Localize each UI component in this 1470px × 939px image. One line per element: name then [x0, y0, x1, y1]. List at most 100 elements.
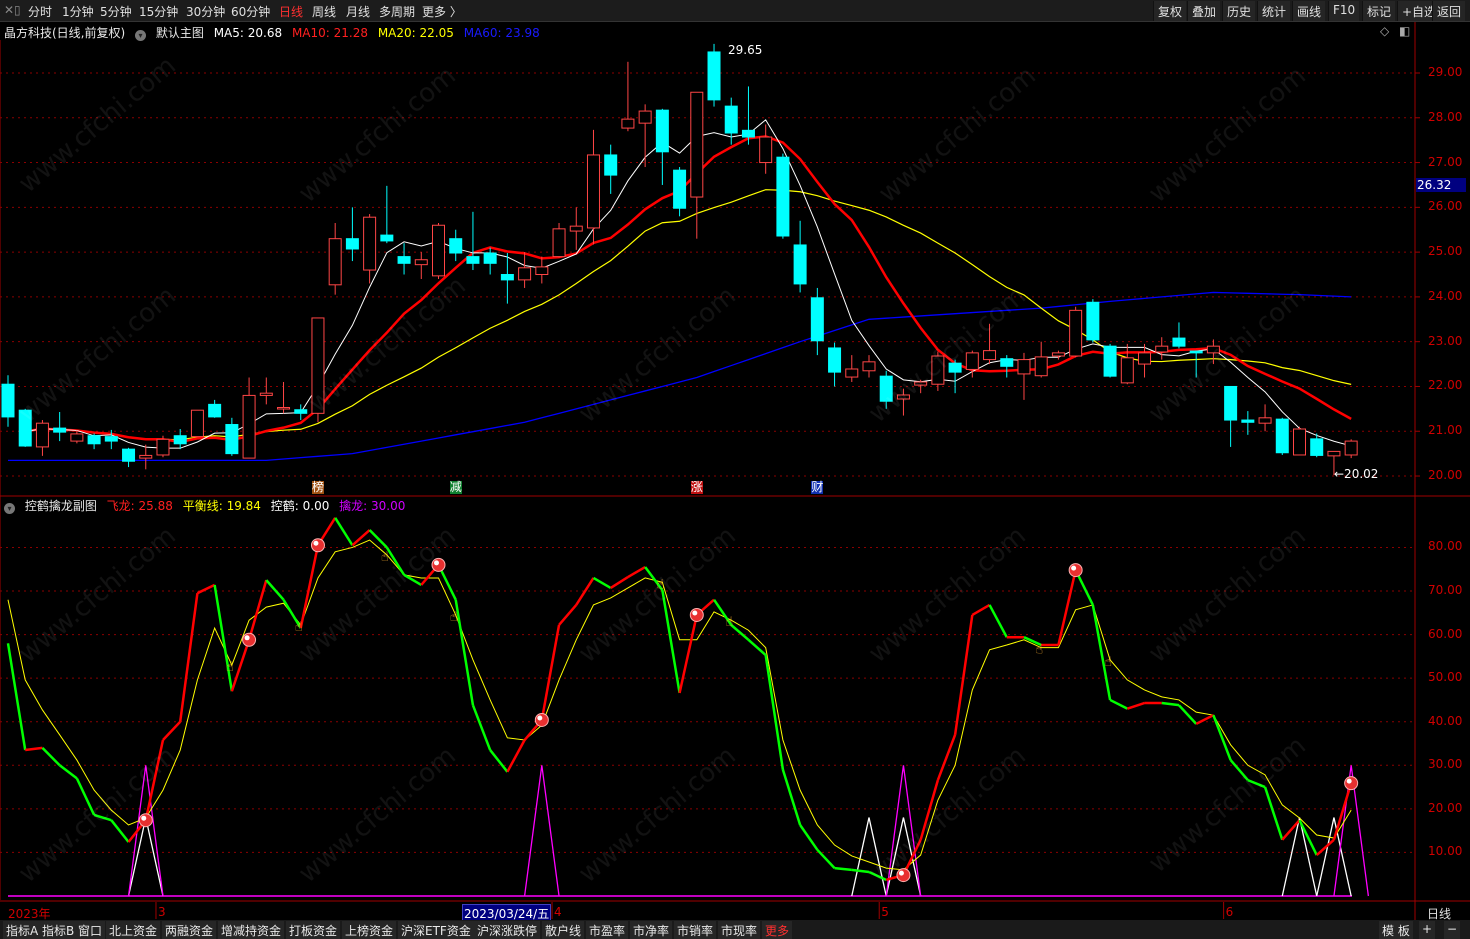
candle-down[interactable]: [707, 43, 721, 107]
indicator-tab[interactable]: 增减持资金: [218, 921, 285, 939]
candle-down[interactable]: [1224, 385, 1238, 447]
candle-up[interactable]: [518, 252, 532, 288]
candle-up[interactable]: [139, 444, 153, 470]
candle-up[interactable]: [1069, 306, 1083, 358]
candle-down[interactable]: [397, 243, 411, 275]
candle-up[interactable]: [432, 223, 445, 279]
indicator-tab[interactable]: 指标A: [3, 921, 42, 939]
candle-down[interactable]: [1103, 343, 1117, 378]
sub-title[interactable]: 控鹤擒龙副图: [25, 499, 97, 513]
candle-up[interactable]: [759, 124, 773, 174]
candle-up[interactable]: [259, 377, 273, 405]
candle-down[interactable]: [449, 229, 463, 262]
candle-up[interactable]: [414, 252, 428, 279]
indicator-tab[interactable]: 沪深ETF资金: [398, 921, 474, 939]
indicator-tab[interactable]: 市净率: [630, 921, 673, 939]
candle-up[interactable]: [328, 223, 342, 295]
candle-up[interactable]: [1258, 404, 1272, 432]
candle-down[interactable]: [793, 220, 807, 293]
event-marker[interactable]: 财: [811, 481, 824, 494]
dropdown-icon[interactable]: ▾: [135, 30, 147, 41]
candle-up[interactable]: [621, 61, 635, 132]
dropdown-icon[interactable]: ▾: [4, 503, 15, 514]
candle-up[interactable]: [535, 256, 549, 284]
indicator-tab[interactable]: 更多: [762, 921, 793, 939]
candle-down[interactable]: [1, 375, 15, 427]
hand-signal-icon[interactable]: ☝: [450, 610, 458, 625]
layout-toggle-icon[interactable]: ◧: [1399, 24, 1410, 38]
candle-down[interactable]: [122, 447, 136, 468]
candle-up[interactable]: [242, 377, 256, 459]
indicator-tab[interactable]: 市盈率: [586, 921, 629, 939]
candle-down[interactable]: [724, 97, 738, 145]
candle-down[interactable]: [655, 108, 669, 185]
candle-up[interactable]: [363, 214, 377, 284]
candle-up[interactable]: [552, 223, 566, 258]
candle-down[interactable]: [87, 433, 101, 450]
hand-signal-icon[interactable]: ☝: [1104, 655, 1112, 670]
buy-signal-ball-icon[interactable]: [689, 607, 704, 622]
buy-signal-ball-icon[interactable]: [242, 632, 257, 647]
event-marker[interactable]: 榜: [311, 481, 324, 494]
candle-up[interactable]: [1344, 439, 1358, 459]
candle-up[interactable]: [690, 91, 704, 239]
candle-up[interactable]: [1120, 343, 1134, 385]
indicator-tab[interactable]: 上榜资金: [342, 921, 397, 939]
candle-up[interactable]: [569, 207, 583, 250]
candle-up[interactable]: [638, 104, 652, 168]
buy-signal-ball-icon[interactable]: [138, 813, 153, 828]
candle-down[interactable]: [225, 417, 239, 456]
candle-down[interactable]: [466, 211, 480, 271]
candle-up[interactable]: [1051, 350, 1065, 360]
candle-down[interactable]: [345, 207, 359, 262]
candle-down[interactable]: [1275, 417, 1289, 455]
indicator-tab[interactable]: 沪深涨跌停: [474, 921, 541, 939]
candle-up[interactable]: [862, 355, 876, 378]
hand-signal-icon[interactable]: ☝: [226, 660, 234, 675]
indicator-tab[interactable]: 指标B: [39, 921, 78, 939]
candle-up[interactable]: [1017, 352, 1031, 400]
candle-down[interactable]: [1172, 322, 1186, 349]
candle-down[interactable]: [776, 153, 790, 239]
template-button[interactable]: 模 板: [1379, 921, 1413, 939]
candle-down[interactable]: [810, 287, 824, 356]
candle-down[interactable]: [1086, 299, 1100, 343]
indicator-tab[interactable]: 两融资金: [162, 921, 217, 939]
candle-down[interactable]: [1000, 355, 1014, 378]
indicator-tab[interactable]: 市销率: [674, 921, 717, 939]
candle-down[interactable]: [828, 342, 842, 387]
candle-up[interactable]: [70, 430, 84, 444]
indicator-tab[interactable]: 北上资金: [106, 921, 161, 939]
candle-up[interactable]: [845, 355, 859, 382]
indicator-tab[interactable]: 窗口: [75, 921, 106, 939]
zoom-in-button[interactable]: +: [1419, 921, 1436, 939]
template-name[interactable]: 默认主图: [156, 26, 204, 40]
candle-down[interactable]: [53, 411, 67, 442]
candle-up[interactable]: [190, 409, 204, 438]
candle-down[interactable]: [208, 399, 222, 418]
hand-signal-icon[interactable]: ☝: [725, 615, 733, 630]
candle-up[interactable]: [1034, 341, 1048, 378]
zoom-out-button[interactable]: −: [1444, 921, 1461, 939]
candle-up[interactable]: [586, 129, 600, 245]
candle-down[interactable]: [483, 247, 497, 275]
buy-signal-ball-icon[interactable]: [1344, 776, 1359, 791]
buy-signal-ball-icon[interactable]: [1068, 563, 1083, 578]
indicator-tab[interactable]: 散户线: [542, 921, 585, 939]
buy-signal-ball-icon[interactable]: [534, 712, 549, 727]
candle-up[interactable]: [156, 435, 170, 458]
candle-down[interactable]: [380, 185, 394, 244]
hand-signal-icon[interactable]: ☝: [295, 620, 303, 635]
candle-down[interactable]: [604, 144, 618, 194]
event-marker[interactable]: 减: [449, 481, 462, 494]
candle-up[interactable]: [35, 420, 49, 456]
buy-signal-ball-icon[interactable]: [310, 538, 325, 553]
event-marker[interactable]: 涨: [690, 481, 703, 494]
candle-up[interactable]: [277, 381, 291, 414]
hand-signal-icon[interactable]: ☝: [1035, 643, 1043, 658]
candle-down[interactable]: [673, 167, 687, 217]
indicator-tab[interactable]: 市现率: [718, 921, 761, 939]
indicator-tab[interactable]: 打板资金: [286, 921, 341, 939]
candle-up[interactable]: [1293, 426, 1306, 456]
candle-down[interactable]: [741, 86, 755, 145]
